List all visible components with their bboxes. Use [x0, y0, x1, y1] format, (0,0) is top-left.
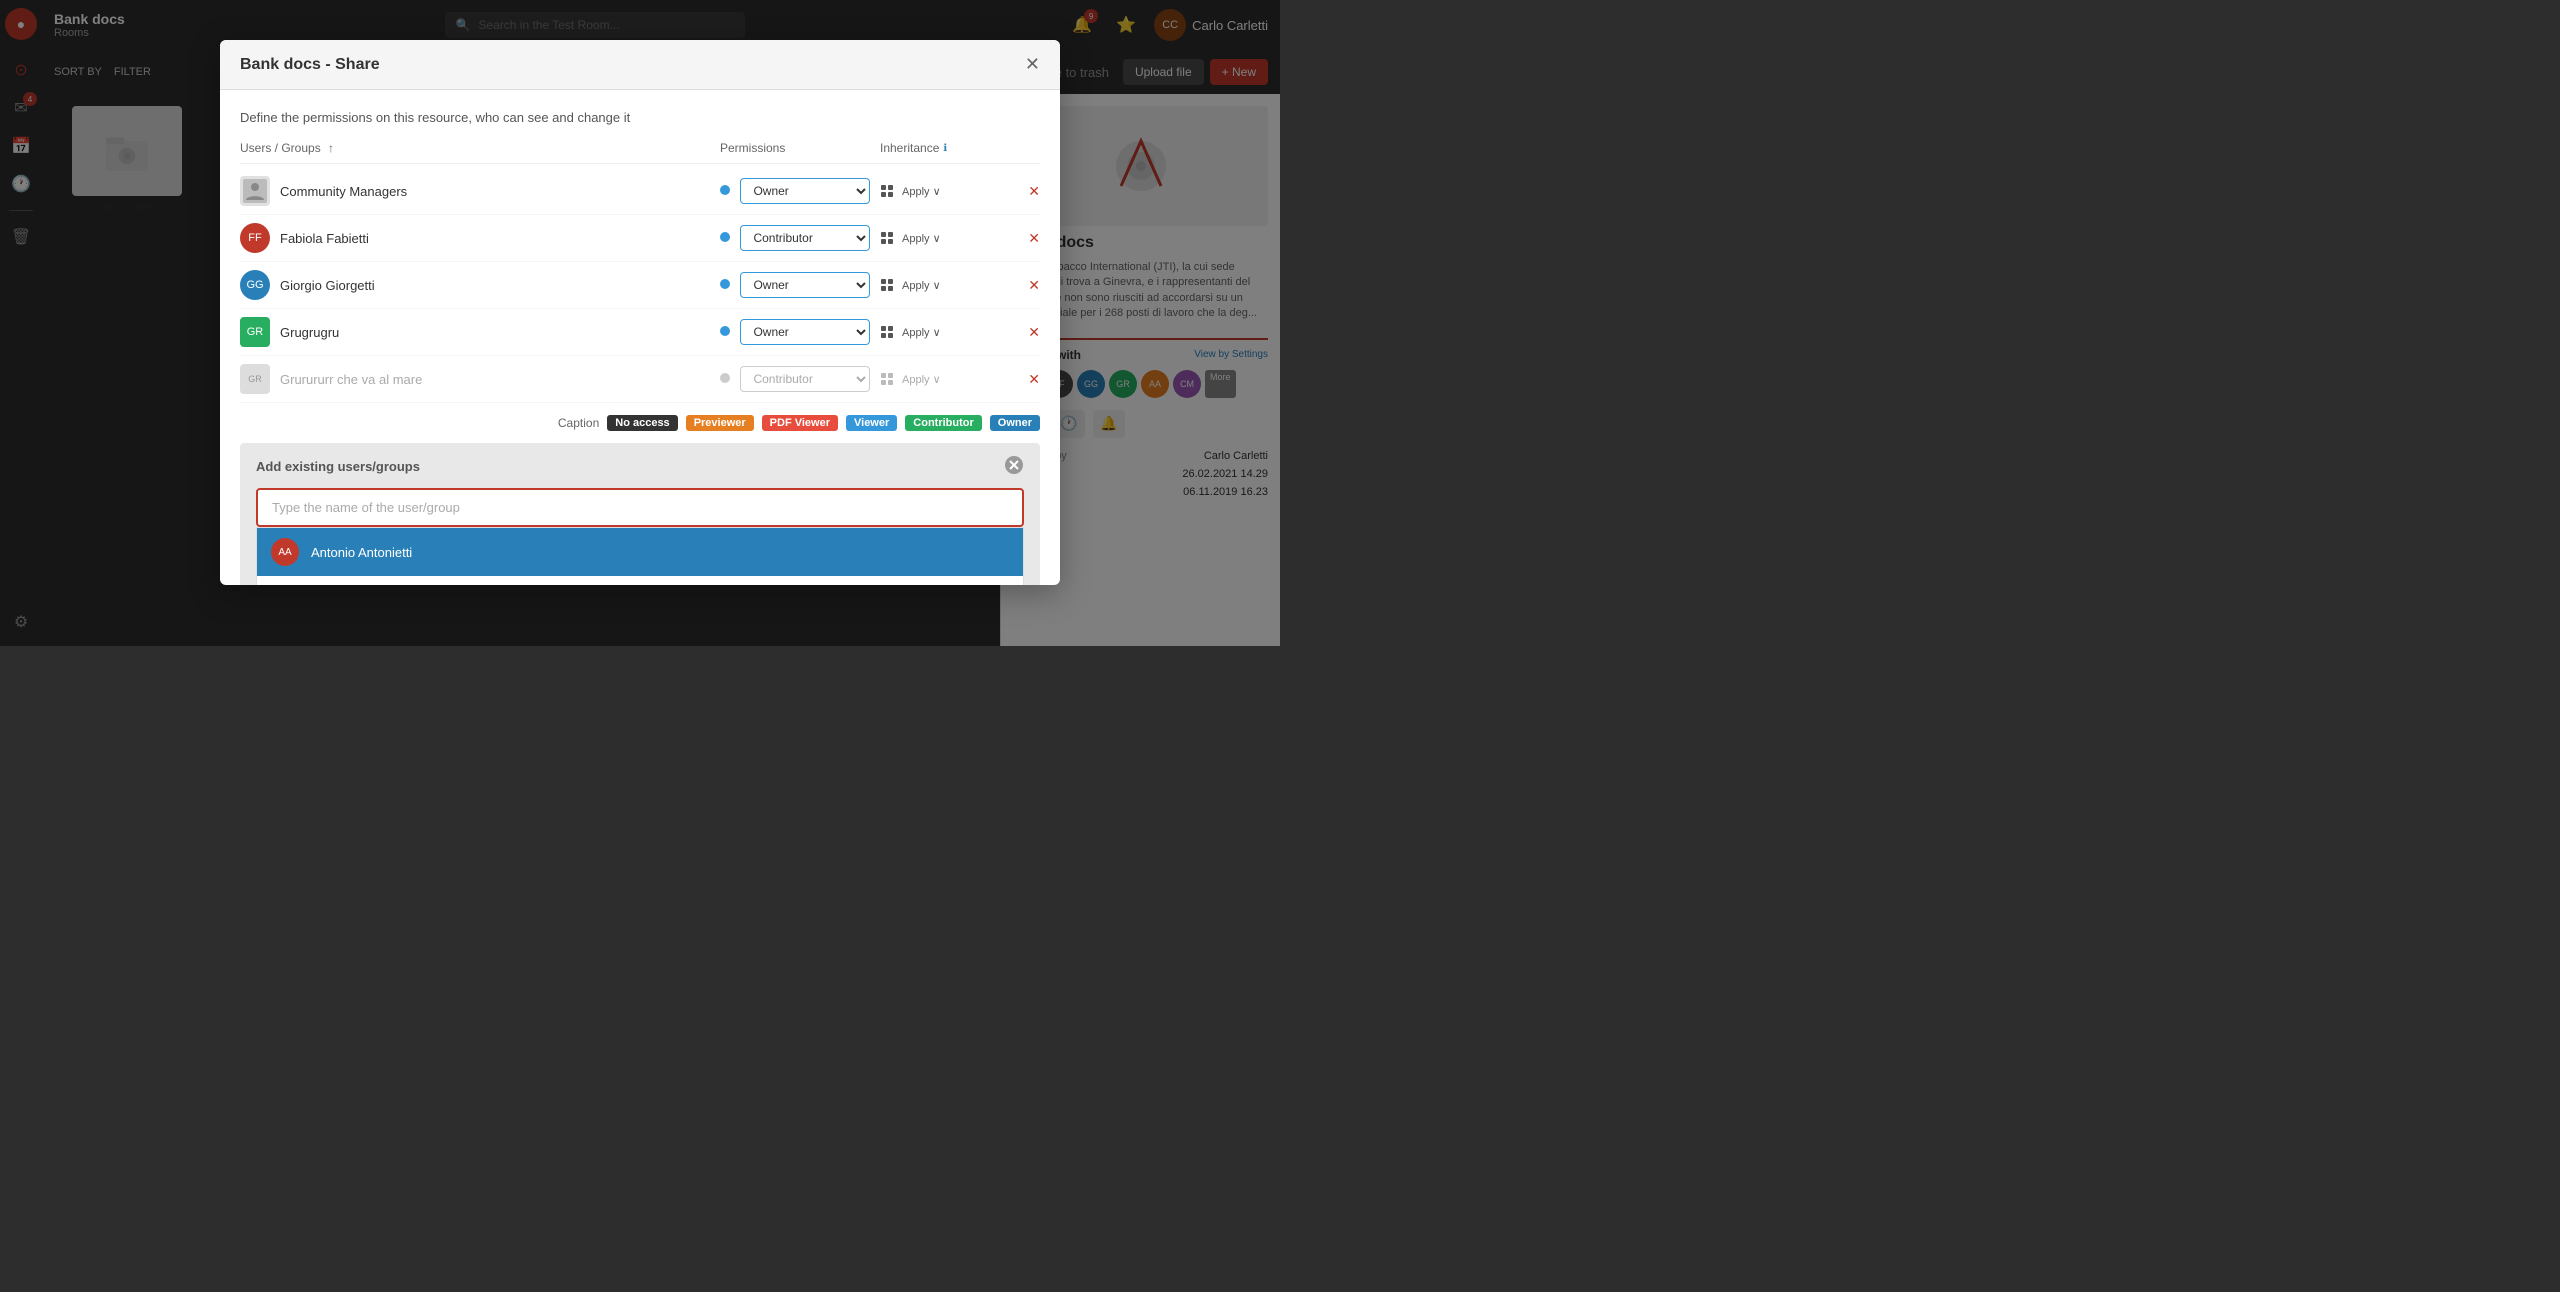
perm-select-2[interactable]: Contributor Owner Viewer — [740, 225, 870, 251]
perm-dot-3 — [720, 279, 730, 289]
add-users-section: Add existing users/groups — [240, 443, 1040, 585]
sort-icon: ↑ — [328, 141, 334, 155]
modal-body: Define the permissions on this resource,… — [220, 90, 1060, 585]
user-avatar-2: FF — [240, 223, 270, 253]
search-input-container: AA Antonio Antonietti asCXZVFGH — [256, 488, 1024, 585]
perm-col-4: Owner Contributor Viewer — [720, 319, 880, 345]
dropdown-item-ascx[interactable]: asCXZVFGH — [257, 576, 1023, 585]
delete-btn-1[interactable]: ✕ — [1028, 183, 1040, 200]
apply-btn-5[interactable]: Apply ∨ — [902, 373, 941, 386]
user-avatar-1 — [240, 176, 270, 206]
share-description: Define the permissions on this resource,… — [240, 110, 1040, 125]
delete-btn-2[interactable]: ✕ — [1028, 230, 1040, 247]
share-modal: Bank docs - Share ✕ Define the permissio… — [220, 40, 1060, 585]
perm-select-4[interactable]: Owner Contributor Viewer — [740, 319, 870, 345]
caption-pdfviewer: PDF Viewer — [762, 415, 838, 431]
user-avatar-3: GG — [240, 270, 270, 300]
perm-dot-2 — [720, 232, 730, 242]
dropdown-item-antonio[interactable]: AA Antonio Antonietti — [257, 528, 1023, 576]
caption-label: Caption — [558, 416, 599, 430]
drop-avatar-antonio: AA — [271, 538, 299, 566]
user-col-2: FF Fabiola Fabietti — [240, 223, 720, 253]
inherit-icon-2 — [880, 231, 894, 245]
inherit-icon-5 — [880, 372, 894, 386]
modal-overlay: Bank docs - Share ✕ Define the permissio… — [0, 0, 1280, 646]
caption-viewer: Viewer — [846, 415, 897, 431]
caption-row: Caption No access Previewer PDF Viewer V… — [240, 415, 1040, 431]
inherit-col-4: Apply ∨ ✕ — [880, 324, 1040, 341]
user-name-4: Grugrugru — [280, 325, 339, 340]
user-avatar-5: GR — [240, 364, 270, 394]
perm-col-2: Contributor Owner Viewer — [720, 225, 880, 251]
perm-dot-4 — [720, 326, 730, 336]
add-users-close-button[interactable] — [1004, 455, 1024, 478]
perm-col-1: Owner Contributor Viewer — [720, 178, 880, 204]
apply-btn-3[interactable]: Apply ∨ — [902, 279, 941, 292]
user-avatar-4: GR — [240, 317, 270, 347]
add-users-header: Add existing users/groups — [256, 455, 1024, 478]
inherit-icon-1 — [880, 184, 894, 198]
info-icon: ℹ — [943, 143, 947, 154]
share-table-header: Users / Groups ↑ Permissions Inheritance… — [240, 141, 1040, 164]
perm-select-3[interactable]: Owner Contributor Viewer — [740, 272, 870, 298]
apply-btn-2[interactable]: Apply ∨ — [902, 232, 941, 245]
perm-dot-5 — [720, 373, 730, 383]
perm-select-5[interactable]: Contributor Owner Viewer — [740, 366, 870, 392]
drop-name-antonio: Antonio Antonietti — [311, 545, 412, 560]
col-inherit-label: Inheritance — [880, 141, 939, 155]
inherit-col-3: Apply ∨ ✕ — [880, 277, 1040, 294]
col-inheritance-header: Inheritance ℹ — [880, 141, 1040, 155]
user-col-3: GG Giorgio Giorgetti — [240, 270, 720, 300]
share-row-2: FF Fabiola Fabietti Contributor Owner Vi… — [240, 215, 1040, 262]
inherit-col-2: Apply ∨ ✕ — [880, 230, 1040, 247]
user-name-1: Community Managers — [280, 184, 407, 199]
user-name-2: Fabiola Fabietti — [280, 231, 369, 246]
perm-dot-1 — [720, 185, 730, 195]
share-row-1: Community Managers Owner Contributor Vie… — [240, 168, 1040, 215]
caption-previewer: Previewer — [686, 415, 754, 431]
perm-col-3: Owner Contributor Viewer — [720, 272, 880, 298]
user-col-4: GR Grugrugru — [240, 317, 720, 347]
user-dropdown: AA Antonio Antonietti asCXZVFGH — [256, 527, 1024, 585]
delete-btn-3[interactable]: ✕ — [1028, 277, 1040, 294]
inherit-icon-4 — [880, 325, 894, 339]
perm-col-5: Contributor Owner Viewer — [720, 366, 880, 392]
user-col-1: Community Managers — [240, 176, 720, 206]
delete-btn-4[interactable]: ✕ — [1028, 324, 1040, 341]
apply-btn-1[interactable]: Apply ∨ — [902, 185, 941, 198]
caption-owner: Owner — [990, 415, 1040, 431]
delete-btn-5[interactable]: ✕ — [1028, 371, 1040, 388]
add-users-title: Add existing users/groups — [256, 459, 420, 474]
share-row-5: GR Grurururr che va al mare Contributor … — [240, 356, 1040, 403]
user-search-input[interactable] — [256, 488, 1024, 527]
inherit-col-1: Apply ∨ ✕ — [880, 183, 1040, 200]
inherit-col-5: Apply ∨ ✕ — [880, 371, 1040, 388]
user-name-5: Grurururr che va al mare — [280, 372, 422, 387]
caption-contributor: Contributor — [905, 415, 981, 431]
user-col-5: GR Grurururr che va al mare — [240, 364, 720, 394]
share-row-4: GR Grugrugru Owner Contributor Viewer — [240, 309, 1040, 356]
user-name-3: Giorgio Giorgetti — [280, 278, 375, 293]
share-row-3: GG Giorgio Giorgetti Owner Contributor V… — [240, 262, 1040, 309]
apply-btn-4[interactable]: Apply ∨ — [902, 326, 941, 339]
modal-title: Bank docs - Share — [240, 56, 380, 74]
col-users-header: Users / Groups ↑ — [240, 141, 720, 155]
col-users-label: Users / Groups — [240, 141, 321, 155]
perm-select-1[interactable]: Owner Contributor Viewer — [740, 178, 870, 204]
col-permissions-header: Permissions — [720, 141, 880, 155]
inherit-icon-3 — [880, 278, 894, 292]
caption-noaccess: No access — [607, 415, 677, 431]
close-circle-icon — [1004, 455, 1024, 475]
modal-close-button[interactable]: ✕ — [1025, 54, 1040, 75]
modal-header: Bank docs - Share ✕ — [220, 40, 1060, 90]
